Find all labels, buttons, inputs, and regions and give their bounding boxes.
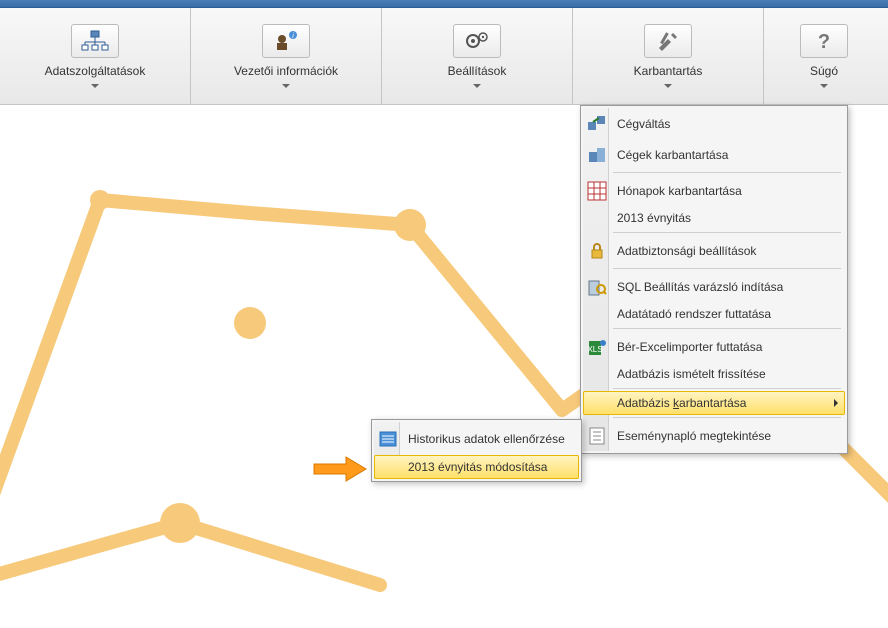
- menu-item-label: Eseménynapló megtekintése: [617, 429, 771, 443]
- lock-icon: [586, 240, 608, 262]
- toolbar-settings[interactable]: Beállítások: [382, 8, 573, 104]
- menu-item-company-switch[interactable]: Cégváltás: [583, 108, 845, 139]
- org-chart-icon: [71, 24, 119, 58]
- eventlog-icon: [586, 425, 608, 447]
- menu-separator: [613, 417, 841, 418]
- menu-item-label: SQL Beállítás varázsló indítása: [617, 280, 783, 294]
- toolbar-data-services[interactable]: Adatszolgáltatások: [0, 8, 191, 104]
- window-titlebar: [0, 0, 888, 8]
- toolbar-manager-info[interactable]: i Vezetői információk: [191, 8, 382, 104]
- menu-item-excel-importer[interactable]: XLS Bér-Excelimporter futtatása: [583, 331, 845, 362]
- menu-item-db-maintenance[interactable]: Adatbázis karbantartása: [583, 391, 845, 415]
- submenu-item-history-check[interactable]: Historikus adatok ellenőrzése: [374, 422, 579, 455]
- chevron-down-icon: [282, 84, 290, 88]
- menu-item-security-settings[interactable]: Adatbiztonsági beállítások: [583, 235, 845, 266]
- menu-separator: [613, 328, 841, 329]
- toolbar-label: Adatszolgáltatások: [45, 64, 146, 78]
- menu-item-label: 2013 évnyitás: [617, 211, 691, 225]
- menu-item-label: Adatbázis ismételt frissítése: [617, 367, 766, 381]
- toolbar-label: Súgó: [810, 64, 838, 78]
- toolbar-label: Karbantartás: [634, 64, 703, 78]
- menu-item-label: Historikus adatok ellenőrzése: [408, 432, 565, 446]
- toolbar-maintenance[interactable]: Karbantartás: [573, 8, 764, 104]
- company-maint-icon: [586, 144, 608, 166]
- help-icon: ?: [800, 24, 848, 58]
- callout-arrow-icon: [312, 455, 364, 481]
- chevron-down-icon: [664, 84, 672, 88]
- settings-gears-icon: [453, 24, 501, 58]
- toolbar-help[interactable]: ? Súgó: [764, 8, 884, 104]
- db-maintenance-submenu: Historikus adatok ellenőrzése 2013 évnyi…: [371, 419, 582, 482]
- excel-import-icon: XLS: [586, 336, 608, 358]
- menu-separator: [613, 268, 841, 269]
- menu-item-company-maint[interactable]: Cégek karbantartása: [583, 139, 845, 170]
- toolbar-label: Vezetői információk: [234, 64, 338, 78]
- tools-icon: [644, 24, 692, 58]
- menu-item-year-open[interactable]: 2013 évnyitás: [583, 206, 845, 230]
- chevron-down-icon: [820, 84, 828, 88]
- chevron-down-icon: [473, 84, 481, 88]
- history-check-icon: [377, 428, 399, 450]
- months-calendar-icon: [586, 180, 608, 202]
- chevron-down-icon: [91, 84, 99, 88]
- menu-item-data-transfer[interactable]: Adatátadó rendszer futtatása: [583, 302, 845, 326]
- menu-item-label: 2013 évnyitás módosítása: [408, 460, 547, 474]
- menu-item-months-maint[interactable]: Hónapok karbantartása: [583, 175, 845, 206]
- menu-separator: [613, 232, 841, 233]
- sql-wizard-icon: [586, 276, 608, 298]
- menu-item-label: Adatátadó rendszer futtatása: [617, 307, 771, 321]
- chevron-right-icon: [834, 399, 838, 407]
- menu-item-label: Cégek karbantartása: [617, 148, 728, 162]
- menu-item-label: Cégváltás: [617, 117, 670, 131]
- manager-info-icon: i: [262, 24, 310, 58]
- menu-item-label: Hónapok karbantartása: [617, 184, 742, 198]
- menu-separator: [613, 388, 841, 389]
- menu-item-label: Adatbázis karbantartása: [617, 396, 746, 410]
- submenu-item-year-open-modify[interactable]: 2013 évnyitás módosítása: [374, 455, 579, 479]
- toolbar-label: Beállítások: [448, 64, 507, 78]
- menu-item-sql-wizard[interactable]: SQL Beállítás varázsló indítása: [583, 271, 845, 302]
- svg-text:XLS: XLS: [587, 345, 602, 354]
- menu-item-label: Adatbiztonsági beállítások: [617, 244, 756, 258]
- content-area: Cégváltás Cégek karbantartása Hónapok ka…: [0, 105, 888, 628]
- maintenance-menu: Cégváltás Cégek karbantartása Hónapok ka…: [580, 105, 848, 454]
- menu-separator: [613, 172, 841, 173]
- menu-item-label: Bér-Excelimporter futtatása: [617, 340, 762, 354]
- main-toolbar: Adatszolgáltatások i Vezetői információk…: [0, 8, 888, 105]
- menu-item-db-refresh[interactable]: Adatbázis ismételt frissítése: [583, 362, 845, 386]
- menu-item-eventlog[interactable]: Eseménynapló megtekintése: [583, 420, 845, 451]
- company-switch-icon: [586, 113, 608, 135]
- svg-text:?: ?: [818, 31, 830, 52]
